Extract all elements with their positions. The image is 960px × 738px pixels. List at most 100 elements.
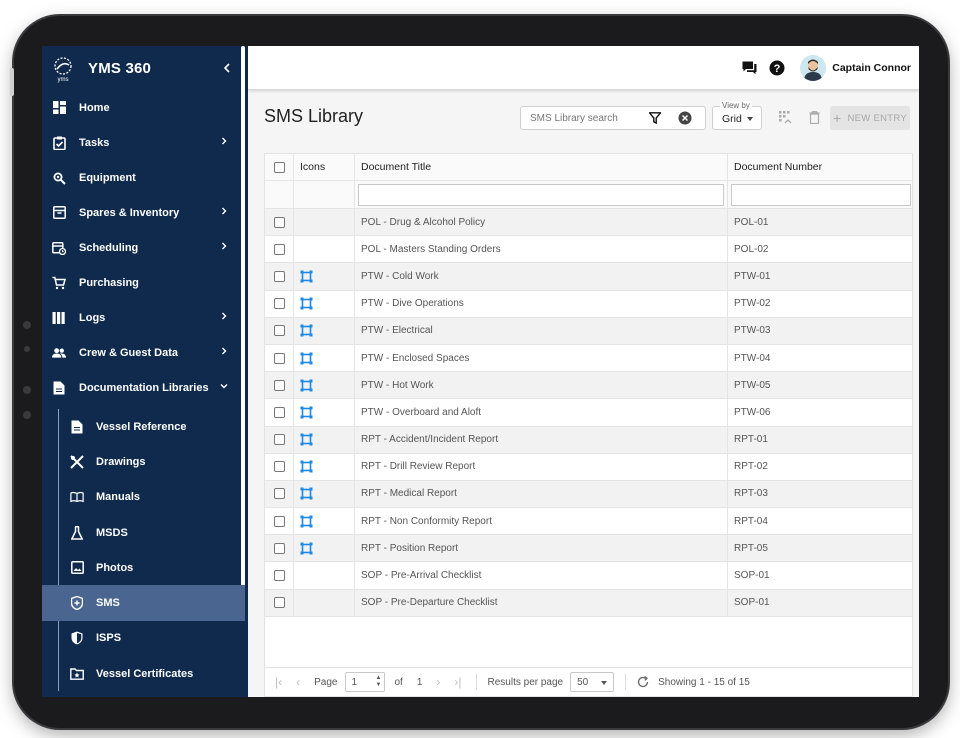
sidebar-item-scheduling[interactable]: Scheduling: [42, 230, 245, 265]
sidebar-item-spares-inventory[interactable]: Spares & Inventory: [42, 195, 245, 230]
form-icon[interactable]: [300, 542, 313, 555]
row-checkbox-cell: [265, 209, 294, 236]
avatar[interactable]: [800, 54, 827, 81]
form-icon[interactable]: [300, 460, 313, 473]
refresh-icon[interactable]: [637, 676, 649, 688]
sidebar-subitem-label: MSDS: [96, 526, 128, 539]
search-input[interactable]: [530, 112, 642, 124]
bulk-select-icon[interactable]: [778, 110, 792, 124]
row-checkbox[interactable]: [273, 379, 285, 391]
sidebar-item-logs[interactable]: Logs: [42, 300, 245, 335]
select-all-checkbox[interactable]: [273, 161, 285, 173]
document-number-cell: RPT-05: [734, 542, 768, 554]
sidebar-item-purchasing[interactable]: Purchasing: [42, 265, 245, 300]
table-row[interactable]: PTW - Hot Work PTW-05: [265, 372, 912, 400]
table-row[interactable]: RPT - Drill Review Report RPT-02: [265, 453, 912, 481]
form-icon[interactable]: [300, 297, 313, 310]
sidebar-item-home[interactable]: Home: [42, 90, 245, 125]
column-header-document-title[interactable]: Document Title: [355, 154, 728, 180]
table-row[interactable]: RPT - Position Report RPT-05: [265, 535, 912, 563]
clear-search-icon[interactable]: [678, 111, 692, 125]
form-icon[interactable]: [300, 515, 313, 528]
document-title-cell: RPT - Accident/Incident Report: [355, 426, 728, 453]
sidebar-subitem-msds[interactable]: MSDS: [42, 515, 245, 550]
sidebar-item-label: Equipment: [79, 171, 136, 184]
view-by-select[interactable]: View by Grid: [712, 101, 762, 130]
sidebar-subitem-drawings[interactable]: Drawings: [42, 444, 245, 479]
row-checkbox[interactable]: [273, 542, 285, 554]
row-checkbox[interactable]: [273, 243, 285, 255]
sidebar-subitem-vessel-reference[interactable]: Vessel Reference: [42, 409, 245, 444]
row-checkbox[interactable]: [273, 488, 285, 500]
table-row[interactable]: PTW - Overboard and Aloft PTW-06: [265, 399, 912, 427]
row-checkbox[interactable]: [273, 216, 285, 228]
row-checkbox[interactable]: [273, 461, 285, 473]
table-row[interactable]: SOP - Pre-Departure Checklist SOP-01: [265, 589, 912, 617]
table-row[interactable]: PTW - Cold Work PTW-01: [265, 263, 912, 291]
column-header-document-number[interactable]: Document Number: [728, 154, 912, 180]
form-icon[interactable]: [300, 270, 313, 283]
first-page-icon[interactable]: |‹: [275, 675, 282, 689]
open-book-icon: [70, 490, 84, 504]
page-number-input[interactable]: 1 ▲ ▼: [345, 672, 386, 692]
brand-header: yms YMS 360: [42, 46, 245, 90]
table-row[interactable]: RPT - Medical Report RPT-03: [265, 480, 912, 509]
app-name: YMS 360: [88, 59, 152, 77]
form-icon[interactable]: [300, 352, 313, 365]
row-icons-cell: [294, 344, 355, 372]
trash-icon[interactable]: [807, 110, 821, 124]
sidebar-item-documentation-libraries[interactable]: Documentation Libraries: [42, 370, 245, 405]
folder-star-icon: [70, 667, 84, 681]
results-per-page-select[interactable]: 50: [570, 672, 615, 692]
row-checkbox[interactable]: [273, 570, 285, 582]
table-row[interactable]: RPT - Non Conformity Report RPT-04: [265, 508, 912, 536]
sidebar-item-tasks[interactable]: Tasks: [42, 125, 245, 160]
sidebar-subitem-photos[interactable]: Photos: [42, 550, 245, 585]
sidebar-item-crew-guest-data[interactable]: Crew & Guest Data: [42, 335, 245, 370]
previous-page-icon[interactable]: ‹: [296, 675, 300, 689]
column-header-icons[interactable]: Icons: [294, 154, 355, 180]
table-row[interactable]: POL - Drug & Alcohol Policy POL-01: [265, 209, 912, 237]
user-name[interactable]: Captain Connor: [832, 62, 911, 74]
filter-cell: [728, 181, 912, 208]
spinner-icon[interactable]: ▲ ▼: [376, 675, 382, 689]
table-row[interactable]: RPT - Accident/Incident Report RPT-01: [265, 426, 912, 454]
row-checkbox[interactable]: [273, 406, 285, 418]
sidebar-subitem-isps[interactable]: ISPS: [42, 621, 245, 656]
table-row[interactable]: POL - Masters Standing Orders POL-02: [265, 236, 912, 264]
sidebar-subitem-manuals[interactable]: Manuals: [42, 480, 245, 515]
chevron-right-icon: [222, 207, 227, 215]
row-checkbox-cell: [265, 589, 294, 616]
form-icon[interactable]: [300, 433, 313, 446]
table-row[interactable]: PTW - Electrical PTW-03: [265, 317, 912, 345]
people-icon: [52, 346, 66, 360]
collapse-sidebar-icon[interactable]: [223, 63, 231, 73]
new-entry-button[interactable]: + NEW ENTRY: [830, 106, 910, 130]
title-filter-input[interactable]: [358, 183, 724, 206]
row-checkbox[interactable]: [273, 352, 285, 364]
row-checkbox-cell: [265, 453, 294, 480]
form-icon[interactable]: [300, 324, 313, 337]
form-icon[interactable]: [300, 487, 313, 500]
table-row[interactable]: SOP - Pre-Arrival Checklist SOP-01: [265, 562, 912, 590]
row-checkbox[interactable]: [273, 298, 285, 310]
row-checkbox[interactable]: [273, 597, 285, 609]
chat-icon[interactable]: [740, 59, 758, 77]
form-icon[interactable]: [300, 406, 313, 419]
form-icon[interactable]: [300, 379, 313, 392]
table-row[interactable]: PTW - Dive Operations PTW-02: [265, 290, 912, 318]
number-filter-input[interactable]: [731, 183, 911, 206]
file-text-icon: [70, 420, 84, 434]
last-page-icon[interactable]: ›|: [454, 675, 461, 689]
sidebar-subitem-sms[interactable]: SMS: [42, 585, 245, 621]
row-checkbox[interactable]: [273, 325, 285, 337]
row-checkbox[interactable]: [273, 434, 285, 446]
filter-icon[interactable]: [648, 111, 662, 125]
sidebar-subitem-vessel-certificates[interactable]: Vessel Certificates: [42, 656, 245, 691]
table-row[interactable]: PTW - Enclosed Spaces PTW-04: [265, 344, 912, 373]
row-checkbox[interactable]: [273, 515, 285, 527]
sidebar-item-equipment[interactable]: Equipment: [42, 160, 245, 195]
help-icon[interactable]: ?: [768, 59, 786, 77]
next-page-icon[interactable]: ›: [436, 675, 440, 689]
row-checkbox[interactable]: [273, 270, 285, 282]
